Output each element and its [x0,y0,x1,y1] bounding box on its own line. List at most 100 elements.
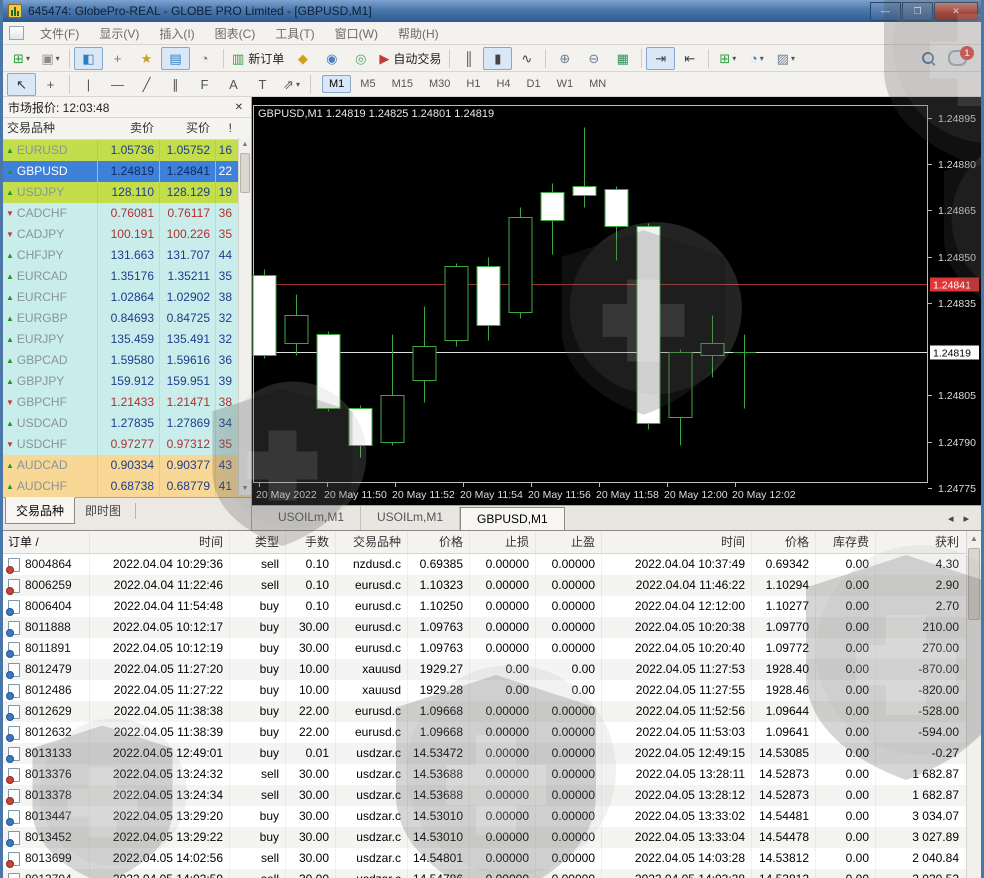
notification-icon[interactable]: 1 [948,50,967,66]
cursor-tool[interactable]: ↖ [7,73,36,96]
scroll-up-icon[interactable]: ▲ [970,534,978,543]
candles-chart-button[interactable]: ▮ [483,47,512,70]
market-watch-row-eurchf[interactable]: ▲EURCHF1.028641.0290238 [3,287,251,308]
market-watch-row-audchf[interactable]: ▲AUDCHF0.687380.6877941 [3,476,251,497]
search-icon[interactable] [922,52,934,64]
scroll-down-icon[interactable]: ▼ [239,482,251,495]
orders-column-2[interactable]: 类型 [229,531,285,553]
auto-scroll-toggle[interactable]: ⇥ [646,47,675,70]
order-row-8013133[interactable]: 80131332022.04.05 12:49:01buy0.01usdzar.… [3,743,966,764]
order-row-8012479[interactable]: 80124792022.04.05 11:27:20buy10.00xauusd… [3,659,966,680]
market-watch-row-eurgbp[interactable]: ▲EURGBP0.846930.8472532 [3,308,251,329]
chart-tab-0[interactable]: USOILm,M1 [262,506,361,530]
data-window-button[interactable]: + [103,47,132,70]
timeframe-m15[interactable]: M15 [385,75,420,93]
metaeditor-button[interactable]: ◆ [288,47,317,70]
crosshair-tool[interactable]: + [36,73,65,96]
chart-window-icon[interactable] [9,26,24,40]
market-watch-row-eurjpy[interactable]: ▲EURJPY135.459135.49132 [3,329,251,350]
order-row-8011888[interactable]: 80118882022.04.05 10:12:17buy30.00eurusd… [3,617,966,638]
market-watch-column-1[interactable]: 卖价 [97,118,159,139]
zoom-out-button[interactable]: ⊖ [579,47,608,70]
order-row-8013378[interactable]: 80133782022.04.05 13:24:34sell30.00usdza… [3,785,966,806]
orders-column-0[interactable]: 订单 / [3,531,89,553]
scroll-thumb[interactable] [240,153,250,193]
market-watch-row-cadjpy[interactable]: ▼CADJPY100.191100.22635 [3,224,251,245]
order-row-8006259[interactable]: 80062592022.04.04 11:22:46sell0.10eurusd… [3,575,966,596]
chart-tab-1[interactable]: USOILm,M1 [361,506,460,530]
order-row-8012486[interactable]: 80124862022.04.05 11:27:22buy10.00xauusd… [3,680,966,701]
order-row-8013704[interactable]: 80137042022.04.05 14:02:59sell30.00usdza… [3,869,966,878]
minimize-button[interactable]: — [870,2,901,21]
chart-svg[interactable]: 1.248411.248951.248801.248651.248501.248… [252,97,981,505]
market-watch-column-0[interactable]: 交易品种 [3,118,97,139]
market-watch-close-icon[interactable]: ✕ [232,102,246,113]
indicators-button[interactable]: ⊞▾ [713,47,742,70]
market-watch-row-chfjpy[interactable]: ▲CHFJPY131.663131.70744 [3,245,251,266]
menu-item-4[interactable]: 工具(T) [265,22,324,45]
orders-column-7[interactable]: 止盈 [535,531,601,553]
order-row-8004864[interactable]: 80048642022.04.04 10:29:36sell0.10nzdusd… [3,554,966,575]
orders-column-1[interactable]: 时间 [89,531,229,553]
market-watch-tab-0[interactable]: 交易品种 [5,497,75,524]
terminal-toggle[interactable]: ▤ [161,47,190,70]
market-watch-row-usdcad[interactable]: ▲USDCAD1.278351.2786934 [3,413,251,434]
market-watch-scrollbar[interactable]: ▲ ▼ [238,138,251,495]
market-watch-row-eurusd[interactable]: ▲EURUSD1.057361.0575216 [3,140,251,161]
market-watch-row-gbpjpy[interactable]: ▲GBPJPY159.912159.95139 [3,371,251,392]
templates-button[interactable]: ▨▾ [771,47,800,70]
market-watch-row-eurcad[interactable]: ▲EURCAD1.351761.3521135 [3,266,251,287]
strategy-tester-button[interactable]: ◔ [190,47,219,70]
tile-windows-button[interactable]: ▦ [608,47,637,70]
timeframe-h1[interactable]: H1 [459,75,487,93]
orders-column-10[interactable]: 库存费 [815,531,875,553]
market-watch-row-audcad[interactable]: ▲AUDCAD0.903340.9037743 [3,455,251,476]
orders-column-9[interactable]: 价格 [751,531,815,553]
order-row-8013452[interactable]: 80134522022.04.05 13:29:22buy30.00usdzar… [3,827,966,848]
orders-column-6[interactable]: 止损 [469,531,535,553]
market-watch-toggle[interactable]: ◧ [74,47,103,70]
order-row-8012629[interactable]: 80126292022.04.05 11:38:38buy22.00eurusd… [3,701,966,722]
trendline-tool[interactable]: ╱ [132,73,161,96]
order-row-8011891[interactable]: 80118912022.04.05 10:12:19buy30.00eurusd… [3,638,966,659]
orders-column-3[interactable]: 手数 [285,531,335,553]
vertical-line-tool[interactable]: | [74,73,103,96]
orders-column-4[interactable]: 交易品种 [335,531,407,553]
market-watch-row-gbpchf[interactable]: ▼GBPCHF1.214331.2147138 [3,392,251,413]
chart-shift-toggle[interactable]: ⇤ [675,47,704,70]
market-watch-row-gbpusd[interactable]: ▲GBPUSD1.248191.2484122 [3,161,251,182]
scroll-thumb[interactable] [968,548,980,620]
timeframe-mn[interactable]: MN [582,75,613,93]
channel-tool[interactable]: ∥ [161,73,190,96]
menu-item-3[interactable]: 图表(C) [205,22,266,45]
menu-item-6[interactable]: 帮助(H) [388,22,449,45]
arrows-tool[interactable]: ⇗▾ [277,73,306,96]
market-watch-column-2[interactable]: 买价 [159,118,215,139]
bars-chart-button[interactable]: ║ [454,47,483,70]
maximize-button[interactable]: ❐ [902,2,933,21]
market-watch-row-gbpcad[interactable]: ▲GBPCAD1.595801.5961636 [3,350,251,371]
market-watch-tab-1[interactable]: 即时图 [75,498,131,524]
line-chart-button[interactable]: ∿ [512,47,541,70]
scroll-up-icon[interactable]: ▲ [242,141,249,148]
terminal-scrollbar[interactable]: ▲ [966,531,981,878]
new-chart-button[interactable]: ⊞▾ [7,47,36,70]
orders-column-11[interactable]: 获利 [875,531,965,553]
periods-button[interactable]: ◔▾ [742,47,771,70]
menu-item-2[interactable]: 插入(I) [149,22,204,45]
zoom-in-button[interactable]: ⊕ [550,47,579,70]
market-watch-column-3[interactable]: ! [215,118,237,139]
order-row-8006404[interactable]: 80064042022.04.04 11:54:48buy0.10eurusd.… [3,596,966,617]
new-order-button[interactable]: ▥新订单 [228,47,288,70]
order-row-8013376[interactable]: 80133762022.04.05 13:24:32sell30.00usdza… [3,764,966,785]
order-row-8013699[interactable]: 80136992022.04.05 14:02:56sell30.00usdza… [3,848,966,869]
menu-item-5[interactable]: 窗口(W) [325,22,388,45]
market-watch-row-usdchf[interactable]: ▼USDCHF0.972770.9731235 [3,434,251,455]
orders-column-8[interactable]: 时间 [601,531,751,553]
close-button[interactable]: ✕ [934,2,978,21]
timeframe-h4[interactable]: H4 [489,75,517,93]
tab-scroll-left-icon[interactable]: ◂ [948,512,954,525]
menu-item-1[interactable]: 显示(V) [89,22,149,45]
timeframe-m30[interactable]: M30 [422,75,457,93]
chart-tab-2[interactable]: GBPUSD,M1 [460,507,565,530]
